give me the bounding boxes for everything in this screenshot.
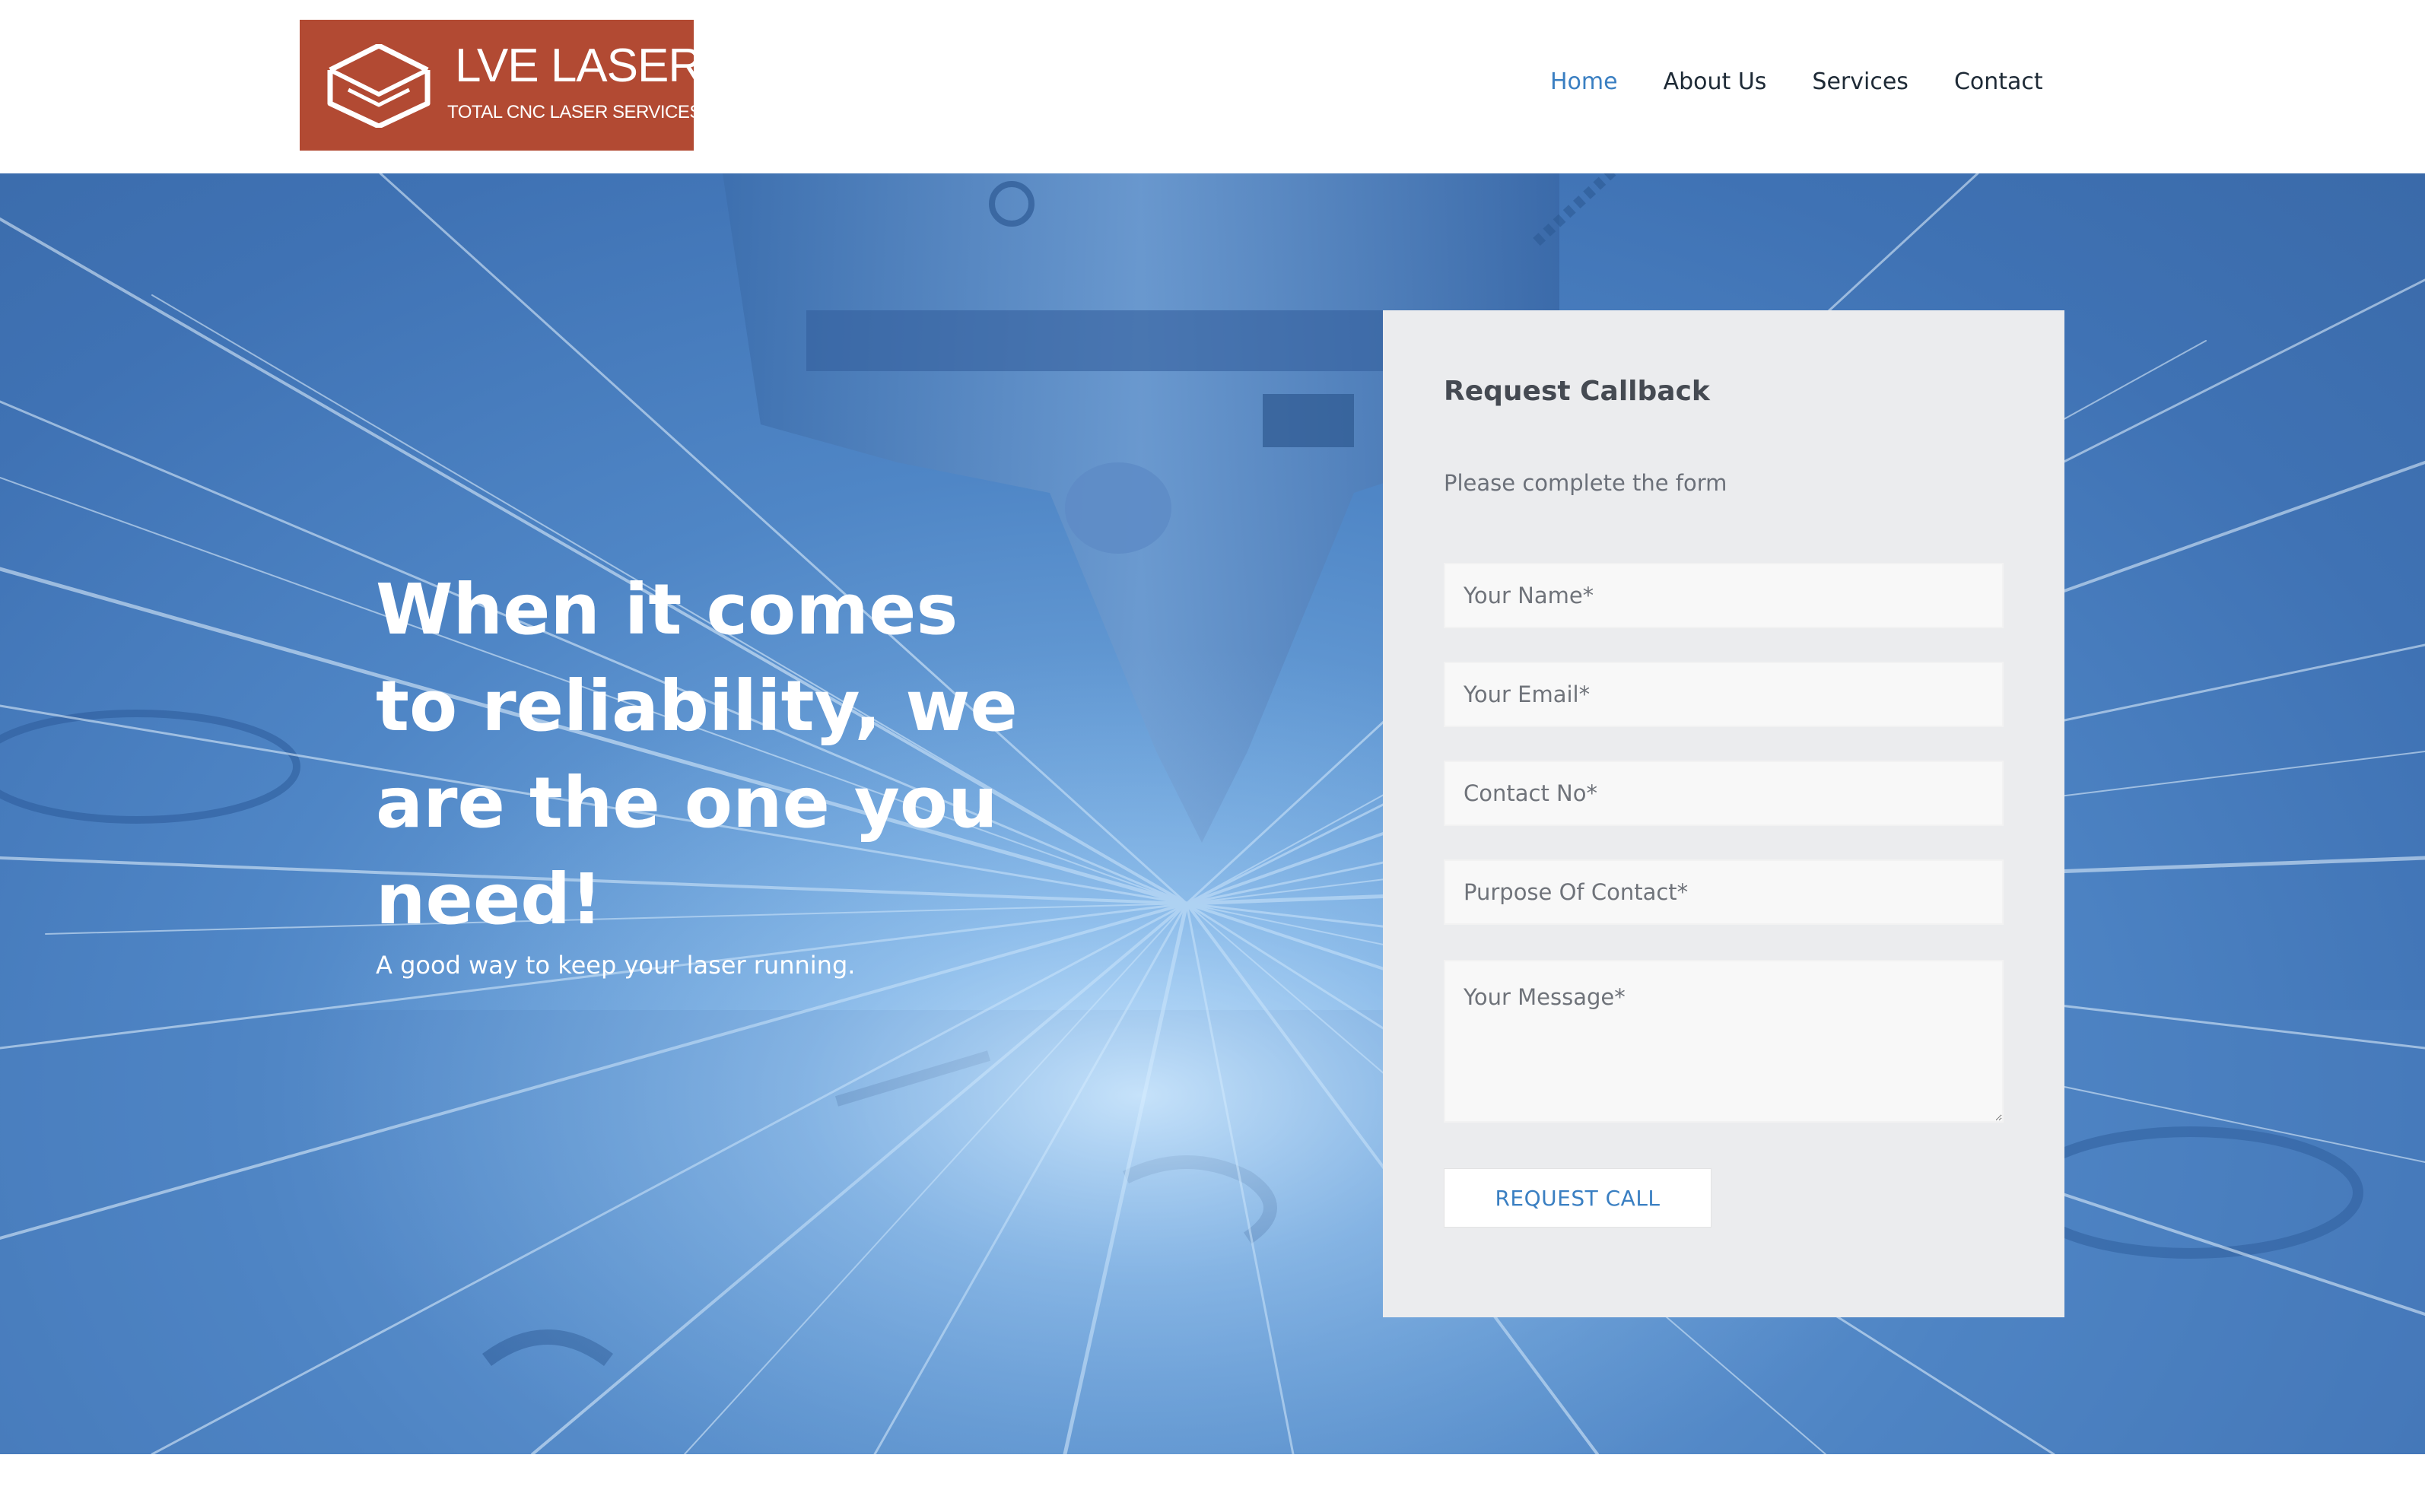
form-title: Request Callback — [1444, 376, 1710, 407]
brand-name: LVE LASER — [455, 40, 694, 92]
hero-heading: When it comes to reliability, we are the… — [376, 569, 1018, 940]
request-call-button[interactable]: REQUEST CALL — [1444, 1168, 1711, 1228]
page-below-fold — [0, 1454, 2425, 1512]
envelope-chevron-icon — [327, 44, 431, 128]
email-field[interactable] — [1444, 662, 2004, 727]
message-field[interactable] — [1444, 960, 2004, 1123]
name-field[interactable] — [1444, 563, 2004, 628]
contact-number-field[interactable] — [1444, 761, 2004, 826]
form-subtitle: Please complete the form — [1444, 470, 1727, 496]
purpose-of-contact-field[interactable] — [1444, 859, 2004, 925]
site-header: LVE LASER TOTAL CNC LASER SERVICES Home … — [0, 0, 2425, 173]
hero-subheading: A good way to keep your laser running. — [376, 951, 856, 980]
main-nav: Home About Us Services Contact — [1550, 68, 2043, 96]
request-callback-form: Request Callback Please complete the for… — [1383, 310, 2064, 1317]
brand-tagline: TOTAL CNC LASER SERVICES — [447, 102, 694, 122]
nav-item-contact[interactable]: Contact — [1954, 68, 2043, 96]
nav-item-home[interactable]: Home — [1550, 68, 1618, 96]
site-logo[interactable]: LVE LASER TOTAL CNC LASER SERVICES — [300, 20, 694, 151]
nav-item-services[interactable]: Services — [1812, 68, 1909, 96]
nav-item-about-us[interactable]: About Us — [1664, 68, 1767, 96]
